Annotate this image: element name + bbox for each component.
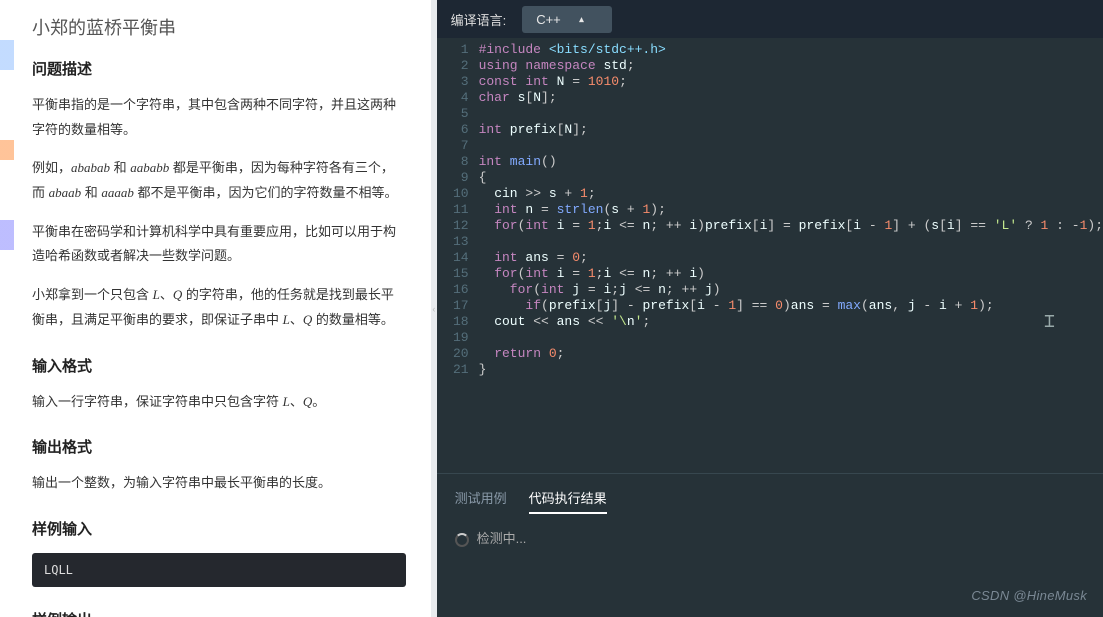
heading-sample-input: 样例输入 xyxy=(32,518,406,539)
problem-panel: 小郑的蓝桥平衡串 问题描述 平衡串指的是一个字符串，其中包含两种不同字符，并且这… xyxy=(0,0,431,617)
desc-paragraph: 平衡串在密码学和计算机科学中具有重要应用，比如可以用于构造哈希函数或者解决一些数… xyxy=(32,220,406,269)
input-paragraph: 输入一行字符串，保证字符串中只包含字符 L、Q。 xyxy=(32,390,406,415)
lang-label: 编译语言: xyxy=(451,10,507,29)
tab-test-cases[interactable]: 测试用例 xyxy=(455,488,507,514)
heading-input: 输入格式 xyxy=(32,355,406,376)
watermark: CSDN @HineMusk xyxy=(971,588,1087,603)
left-gutter-decor xyxy=(0,40,14,600)
problem-scroll[interactable]: 问题描述 平衡串指的是一个字符串，其中包含两种不同字符，并且这两种字符的数量相等… xyxy=(0,50,431,617)
desc-paragraph: 平衡串指的是一个字符串，其中包含两种不同字符，并且这两种字符的数量相等。 xyxy=(32,93,406,142)
sample-input-block[interactable]: LQLL xyxy=(32,553,406,587)
spinner-icon xyxy=(455,533,469,547)
heading-output: 输出格式 xyxy=(32,436,406,457)
code-editor[interactable]: 123456789101112131415161718192021 #inclu… xyxy=(437,38,1103,473)
results-status-row: 检测中... xyxy=(455,528,1085,547)
code-content[interactable]: #include <bits/stdc++.h>using namespace … xyxy=(479,38,1103,473)
heading-sample-output: 样例输出 xyxy=(32,609,406,617)
results-tabs: 测试用例 代码执行结果 xyxy=(455,488,1085,514)
desc-paragraph: 小郑拿到一个只包含 L、Q 的字符串，他的任务就是找到最长平衡串，且满足平衡串的… xyxy=(32,283,406,332)
tab-code-output[interactable]: 代码执行结果 xyxy=(529,488,607,514)
problem-title: 小郑的蓝桥平衡串 xyxy=(0,0,431,50)
desc-paragraph: 例如，ababab 和 aababb 都是平衡串，因为每种字符各有三个，而 ab… xyxy=(32,156,406,205)
language-value: C++ xyxy=(536,12,561,27)
heading-desc: 问题描述 xyxy=(32,58,406,79)
line-number-gutter: 123456789101112131415161718192021 xyxy=(437,38,479,473)
chevron-up-icon: ▾ xyxy=(579,14,584,25)
editor-toolbar: 编译语言: C++ ▾ xyxy=(437,0,1103,38)
language-select[interactable]: C++ ▾ xyxy=(522,6,612,33)
editor-panel: 编译语言: C++ ▾ 1234567891011121314151617181… xyxy=(437,0,1103,617)
status-text: 检测中... xyxy=(477,531,527,546)
output-paragraph: 输出一个整数，为输入字符串中最长平衡串的长度。 xyxy=(32,471,406,496)
